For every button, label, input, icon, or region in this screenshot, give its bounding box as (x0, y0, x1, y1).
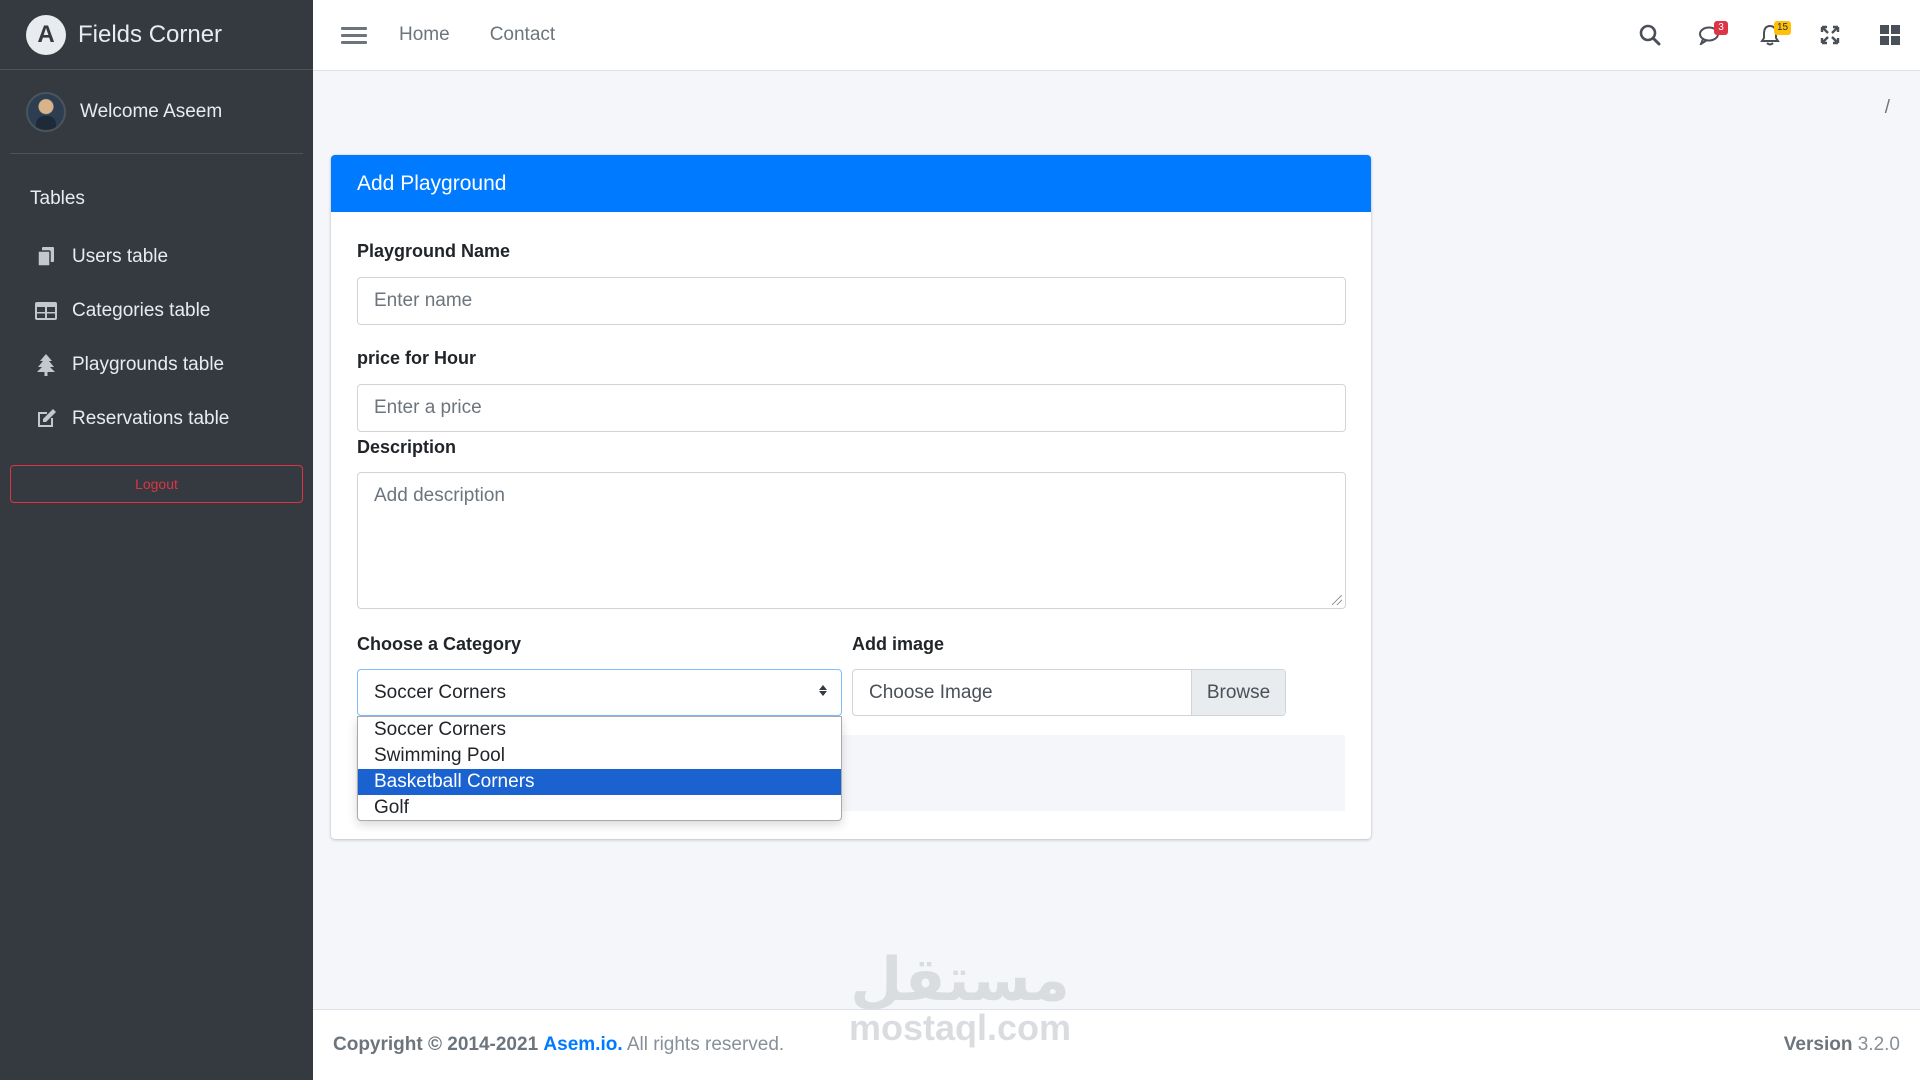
resize-handle-icon[interactable] (1332, 595, 1342, 605)
avatar (26, 91, 66, 132)
top-navbar: Home Contact 3 15 (313, 0, 1920, 71)
search-icon[interactable] (1620, 0, 1680, 70)
version-label: Version (1783, 1034, 1853, 1055)
dropdown-option-basketball-corners[interactable]: Basketball Corners (358, 769, 841, 795)
messages-icon[interactable]: 3 (1680, 0, 1740, 70)
brand-logo-icon: A (26, 14, 66, 55)
brand-link[interactable]: A Fields Corner (0, 0, 313, 70)
watermark-logo: مستقل mostaql.com (840, 950, 1080, 1060)
category-dropdown-list: Soccer Corners Swimming Pool Basketball … (357, 716, 842, 821)
dropdown-option-swimming-pool[interactable]: Swimming Pool (358, 743, 841, 769)
image-file-input[interactable]: Choose Image Browse (852, 669, 1286, 716)
sidebar-item-playgrounds[interactable]: Playgrounds table (0, 338, 313, 392)
sidebar-item-reservations[interactable]: Reservations table (0, 392, 313, 446)
dropdown-option-soccer-corners[interactable]: Soccer Corners (358, 717, 841, 743)
copy-icon (34, 245, 58, 269)
image-placeholder: Choose Image (869, 681, 993, 703)
page-footer: Copyright © 2014-2021 Asem.io. All right… (313, 1009, 1920, 1080)
tree-icon (34, 353, 58, 377)
logout-button[interactable]: Logout (10, 465, 303, 503)
notifications-bell-icon[interactable]: 15 (1740, 0, 1800, 70)
watermark-arabic: مستقل (850, 946, 1070, 1013)
category-label: Choose a Category (357, 634, 522, 654)
hamburger-menu-icon[interactable] (341, 23, 367, 48)
dropdown-option-golf[interactable]: Golf (358, 795, 841, 820)
messages-badge: 3 (1714, 21, 1728, 35)
select-arrows-icon (819, 684, 827, 697)
image-label: Add image (852, 634, 945, 654)
sidebar-item-label: Reservations table (72, 408, 230, 429)
watermark-latin: mostaql.com (848, 1007, 1072, 1048)
table-icon (34, 299, 58, 323)
nav-link-contact[interactable]: Contact (490, 24, 555, 46)
version-text: Version 3.2.0 (1784, 1034, 1900, 1056)
brand-name: Fields Corner (78, 20, 223, 48)
fullscreen-expand-icon[interactable] (1800, 0, 1860, 70)
nav-link-home[interactable]: Home (399, 24, 450, 46)
welcome-text: Welcome Aseem (80, 100, 223, 122)
control-sidebar-grid-icon[interactable] (1860, 0, 1920, 70)
version-value: 3.2.0 (1857, 1034, 1900, 1055)
sidebar: A Fields Corner Welcome Aseem Tables Use… (0, 0, 313, 1080)
description-placeholder: Add description (374, 485, 505, 506)
copyright-text: Copyright © 2014-2021 Asem.io. All right… (333, 1034, 784, 1056)
card-title: Add Playground (331, 155, 1371, 212)
rights-text: All rights reserved. (626, 1034, 785, 1055)
category-select[interactable]: Soccer Corners (357, 669, 842, 716)
price-label: price for Hour (357, 348, 477, 368)
description-textarea[interactable]: Add description (357, 472, 1346, 609)
copyright-label: Copyright © 2014-2021 (333, 1034, 539, 1055)
description-label: Description (357, 437, 457, 457)
sidebar-item-label: Users table (72, 246, 169, 267)
playground-name-input[interactable]: Enter name (357, 277, 1346, 325)
playground-name-label: Playground Name (357, 241, 511, 261)
sidebar-item-label: Categories table (72, 300, 211, 321)
user-panel[interactable]: Welcome Aseem (10, 70, 303, 154)
price-input[interactable]: Enter a price (357, 384, 1346, 432)
nav-header: Tables (30, 188, 85, 209)
category-selected-value: Soccer Corners (374, 681, 506, 703)
sidebar-item-label: Playgrounds table (72, 354, 225, 375)
breadcrumb: / (1884, 97, 1890, 118)
sidebar-item-categories[interactable]: Categories table (0, 284, 313, 338)
edit-icon (34, 407, 58, 431)
sidebar-item-users[interactable]: Users table (0, 230, 313, 284)
notifications-badge: 15 (1774, 21, 1792, 35)
browse-button[interactable]: Browse (1191, 670, 1285, 715)
company-link[interactable]: Asem.io. (543, 1034, 622, 1055)
